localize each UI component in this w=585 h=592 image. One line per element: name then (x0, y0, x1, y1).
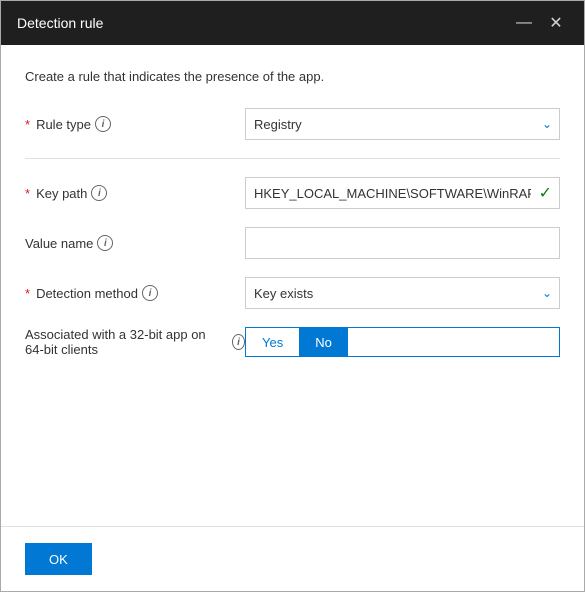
rule-type-label: * Rule type i (25, 116, 245, 132)
rule-type-info-icon: i (95, 116, 111, 132)
key-path-label: * Key path i (25, 185, 245, 201)
associated-32bit-label: Associated with a 32-bit app on 64-bit c… (25, 327, 245, 357)
value-name-input[interactable] (245, 227, 560, 259)
key-path-control: ✓ (245, 177, 560, 209)
title-bar: Detection rule — ✕ (1, 1, 584, 45)
rule-type-control: Registry File MSI PowerShell script ⌄ (245, 108, 560, 140)
dialog-description: Create a rule that indicates the presenc… (25, 69, 560, 84)
no-button[interactable]: No (299, 328, 348, 356)
value-name-label: Value name i (25, 235, 245, 251)
detection-method-label-text: Detection method (36, 286, 138, 301)
ok-button[interactable]: OK (25, 543, 92, 575)
key-path-row: * Key path i ✓ (25, 177, 560, 209)
detection-method-label: * Detection method i (25, 285, 245, 301)
associated-32bit-label-text: Associated with a 32-bit app on 64-bit c… (25, 327, 228, 357)
minimize-button[interactable]: — (512, 11, 536, 35)
required-star-detection-method: * (25, 286, 30, 301)
yes-button[interactable]: Yes (246, 328, 299, 356)
detection-method-row: * Detection method i Key exists Does not… (25, 277, 560, 309)
rule-type-label-text: Rule type (36, 117, 91, 132)
dialog-content: Create a rule that indicates the presenc… (1, 45, 584, 526)
associated-32bit-control: Yes No (245, 327, 560, 357)
detection-method-select[interactable]: Key exists Does not exist String compari… (245, 277, 560, 309)
key-path-info-icon: i (91, 185, 107, 201)
value-name-info-icon: i (97, 235, 113, 251)
key-path-input[interactable] (245, 177, 560, 209)
value-name-label-text: Value name (25, 236, 93, 251)
title-bar-controls: — ✕ (512, 11, 568, 35)
divider-1 (25, 158, 560, 159)
associated-32bit-info-icon: i (232, 334, 245, 350)
rule-type-select[interactable]: Registry File MSI PowerShell script (245, 108, 560, 140)
detection-method-control: Key exists Does not exist String compari… (245, 277, 560, 309)
detection-method-info-icon: i (142, 285, 158, 301)
key-path-input-wrapper: ✓ (245, 177, 560, 209)
rule-type-row: * Rule type i Registry File MSI PowerShe… (25, 108, 560, 140)
rule-type-select-wrapper: Registry File MSI PowerShell script ⌄ (245, 108, 560, 140)
detection-method-select-wrapper: Key exists Does not exist String compari… (245, 277, 560, 309)
dialog-title: Detection rule (17, 15, 103, 31)
associated-32bit-row: Associated with a 32-bit app on 64-bit c… (25, 327, 560, 357)
required-star-key-path: * (25, 186, 30, 201)
yes-no-toggle-group: Yes No (245, 327, 560, 357)
key-path-check-icon: ✓ (539, 183, 552, 203)
dialog-footer: OK (1, 526, 584, 591)
value-name-row: Value name i (25, 227, 560, 259)
value-name-control (245, 227, 560, 259)
close-button[interactable]: ✕ (544, 11, 568, 35)
required-star-rule-type: * (25, 117, 30, 132)
dialog: Detection rule — ✕ Create a rule that in… (0, 0, 585, 592)
key-path-label-text: Key path (36, 186, 87, 201)
